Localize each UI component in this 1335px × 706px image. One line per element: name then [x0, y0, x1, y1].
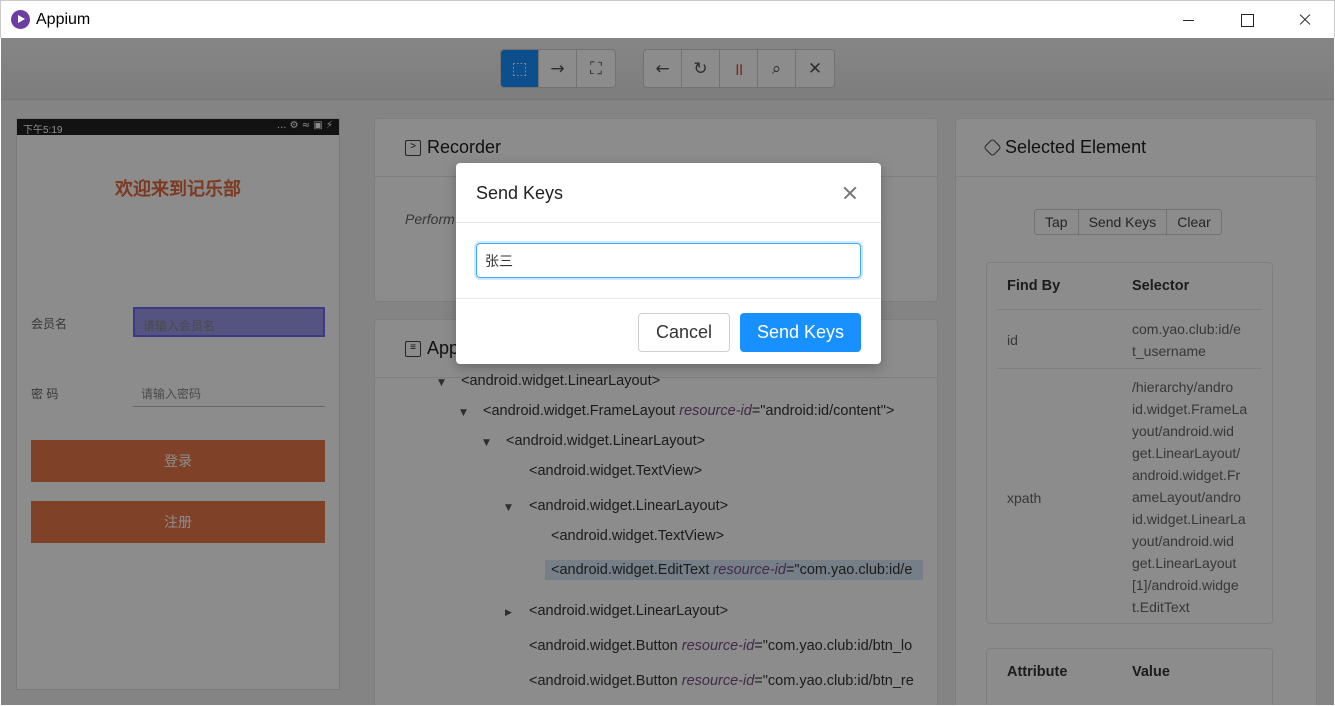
dialog-title: Send Keys — [476, 183, 564, 203]
send-keys-submit-button[interactable]: Send Keys — [740, 313, 861, 352]
send-keys-dialog: Send Keys Cancel Send Keys — [456, 163, 881, 364]
send-keys-input[interactable] — [476, 243, 861, 278]
close-icon[interactable] — [840, 183, 860, 203]
cancel-button[interactable]: Cancel — [638, 313, 730, 352]
maximize-button[interactable] — [1217, 1, 1275, 39]
title-bar: Appium — [0, 0, 1335, 38]
close-window-button[interactable] — [1275, 1, 1333, 39]
minimize-button[interactable] — [1159, 1, 1217, 39]
appium-logo-icon — [11, 10, 30, 29]
modal-overlay[interactable] — [1, 38, 1334, 705]
window-title: Appium — [36, 11, 91, 28]
divider — [456, 222, 881, 223]
divider — [456, 298, 881, 299]
